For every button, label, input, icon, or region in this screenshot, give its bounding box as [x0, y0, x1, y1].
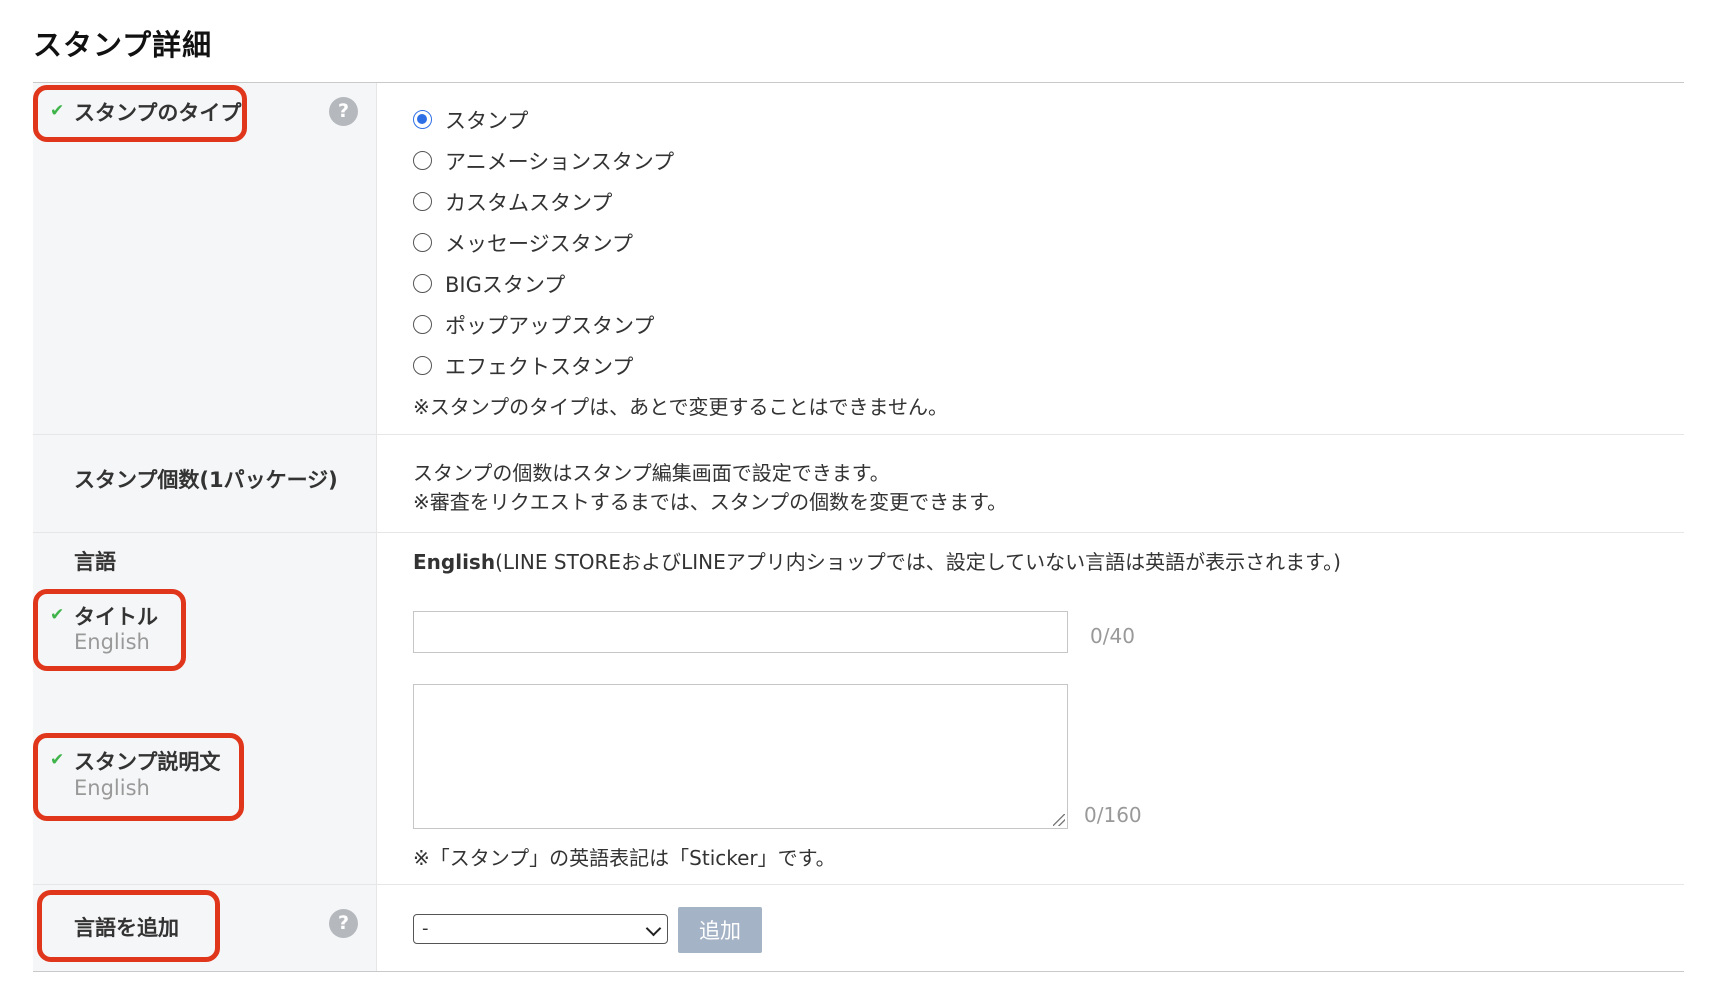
highlight-box-description — [33, 733, 244, 821]
radio-button-icon[interactable] — [413, 233, 432, 252]
resize-handle-icon[interactable] — [1053, 814, 1065, 826]
help-icon[interactable]: ? — [329, 909, 358, 938]
language-value: English — [413, 550, 496, 574]
title-input[interactable] — [413, 611, 1068, 653]
highlight-box-add-language — [37, 890, 220, 962]
radio-button-icon[interactable] — [413, 192, 432, 211]
radio-button-icon[interactable] — [413, 315, 432, 334]
radio-label: メッセージスタンプ — [445, 231, 633, 256]
sticker-count-note: ※審査をリクエストするまでは、スタンプの個数を変更できます。 — [413, 490, 1008, 514]
description-textarea[interactable] — [413, 684, 1068, 829]
sticker-count-info: スタンプの個数はスタンプ編集画面で設定できます。 ※審査をリクエストするまでは、… — [377, 435, 1684, 532]
radio-option-animation-sticker[interactable]: アニメーションスタンプ — [413, 140, 674, 181]
language-select[interactable]: - — [413, 914, 668, 944]
highlight-box-title — [33, 589, 186, 671]
radio-button-icon[interactable] — [413, 151, 432, 170]
radio-label: エフェクトスタンプ — [445, 354, 634, 379]
radio-label: BIGスタンプ — [445, 272, 566, 297]
row-sticker-type: ✔ スタンプのタイプ ? スタンプ アニメーションスタンプ カスタムスタンプ メ… — [33, 83, 1684, 435]
description-note: ※「スタンプ」の英語表記は「Sticker」です。 — [413, 846, 836, 870]
sticker-type-note: ※スタンプのタイプは、あとで変更することはできません。 — [413, 395, 948, 419]
sticker-detail-table: ✔ スタンプのタイプ ? スタンプ アニメーションスタンプ カスタムスタンプ メ… — [33, 82, 1684, 972]
radio-option-effect-sticker[interactable]: エフェクトスタンプ — [413, 345, 674, 386]
radio-button-selected-icon[interactable] — [413, 110, 432, 129]
radio-button-icon[interactable] — [413, 356, 432, 375]
language-fields: English(LINE STOREおよびLINEアプリ内ショップでは、設定して… — [377, 533, 1684, 884]
radio-option-popup-sticker[interactable]: ポップアップスタンプ — [413, 304, 674, 345]
row-add-language: 言語を追加 ? - 追加 — [33, 885, 1684, 971]
row-header-add-language: 言語を追加 ? — [33, 885, 377, 971]
chevron-down-icon — [645, 920, 662, 937]
row-header-sticker-count: スタンプ個数(1パッケージ) — [33, 435, 377, 532]
language-note: (LINE STOREおよびLINEアプリ内ショップでは、設定していない言語は英… — [495, 550, 1341, 574]
language-info: English(LINE STOREおよびLINEアプリ内ショップでは、設定して… — [413, 546, 1341, 575]
row-header-language: 言語 ✔ タイトル English ✔ スタンプ説明文 English — [33, 533, 377, 884]
help-icon[interactable]: ? — [329, 97, 358, 126]
radio-label: スタンプ — [445, 108, 529, 133]
radio-option-big-sticker[interactable]: BIGスタンプ — [413, 263, 674, 304]
add-language-button[interactable]: 追加 — [678, 907, 762, 953]
sticker-type-radio-group: スタンプ アニメーションスタンプ カスタムスタンプ メッセージスタンプ BIGス… — [413, 99, 674, 386]
sticker-type-options: スタンプ アニメーションスタンプ カスタムスタンプ メッセージスタンプ BIGス… — [377, 83, 1684, 434]
description-char-counter: 0/160 — [1084, 803, 1142, 827]
radio-label: カスタムスタンプ — [445, 190, 613, 215]
language-label: 言語 — [74, 550, 116, 574]
sticker-count-label: スタンプ個数(1パッケージ) — [74, 468, 338, 492]
radio-option-custom-sticker[interactable]: カスタムスタンプ — [413, 181, 674, 222]
radio-label: アニメーションスタンプ — [445, 149, 675, 174]
radio-label: ポップアップスタンプ — [445, 313, 655, 338]
add-language-controls: - 追加 — [377, 885, 1684, 971]
row-sticker-count: スタンプ個数(1パッケージ) スタンプの個数はスタンプ編集画面で設定できます。 … — [33, 435, 1684, 533]
row-header-sticker-type: ✔ スタンプのタイプ ? — [33, 83, 377, 434]
radio-option-sticker[interactable]: スタンプ — [413, 99, 674, 140]
sticker-count-text: スタンプの個数はスタンプ編集画面で設定できます。 — [413, 461, 890, 485]
row-language: 言語 ✔ タイトル English ✔ スタンプ説明文 English Engl… — [33, 533, 1684, 885]
page-title: スタンプ詳細 — [33, 28, 213, 62]
highlight-box-sticker-type — [33, 85, 247, 142]
language-select-value: - — [422, 918, 429, 939]
radio-button-icon[interactable] — [413, 274, 432, 293]
title-char-counter: 0/40 — [1090, 624, 1135, 648]
radio-option-message-sticker[interactable]: メッセージスタンプ — [413, 222, 674, 263]
